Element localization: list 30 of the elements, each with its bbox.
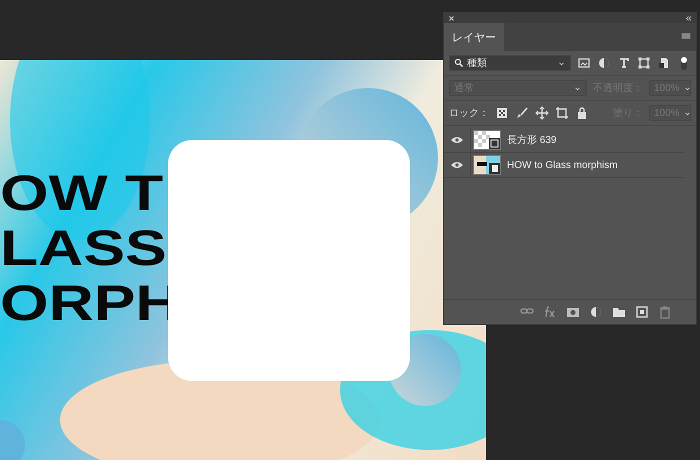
search-icon[interactable] xyxy=(454,58,464,68)
layers-tab[interactable]: レイヤー xyxy=(444,23,504,51)
collapse-icon[interactable] xyxy=(685,14,692,22)
layer-thumbnail xyxy=(473,155,501,175)
eye-icon[interactable] xyxy=(451,136,463,144)
move-icon[interactable] xyxy=(535,106,549,120)
lock-icon[interactable] xyxy=(575,106,589,120)
eye-icon[interactable] xyxy=(451,161,463,169)
filter-dropdown[interactable]: 種類 xyxy=(449,55,571,71)
brush-icon[interactable] xyxy=(515,106,529,120)
new-layer-icon[interactable] xyxy=(635,305,649,319)
folder-icon[interactable] xyxy=(612,305,626,319)
shape-filter-icon[interactable] xyxy=(637,56,651,70)
type-filter-icon[interactable] xyxy=(617,56,631,70)
headline-text: OW T xyxy=(0,168,164,219)
headline-text: LASS xyxy=(0,223,168,274)
layer-row[interactable]: HOW to Glass morphism xyxy=(470,153,684,177)
close-icon[interactable] xyxy=(448,14,455,22)
image-filter-icon[interactable] xyxy=(577,56,591,70)
crop-icon[interactable] xyxy=(555,106,569,120)
adjustment-filter-icon[interactable] xyxy=(597,56,611,70)
lock-label: ロック： xyxy=(449,107,489,120)
layer-thumbnail xyxy=(473,130,501,150)
layer-row[interactable]: 長方形 639 xyxy=(470,128,684,152)
smart-object-filter-icon[interactable] xyxy=(657,56,671,70)
adjustment-icon[interactable] xyxy=(589,305,603,319)
lock-pixels-icon[interactable] xyxy=(495,106,509,120)
menu-icon[interactable] xyxy=(680,30,692,40)
mask-icon[interactable] xyxy=(566,305,580,319)
fx-icon[interactable] xyxy=(543,305,557,319)
